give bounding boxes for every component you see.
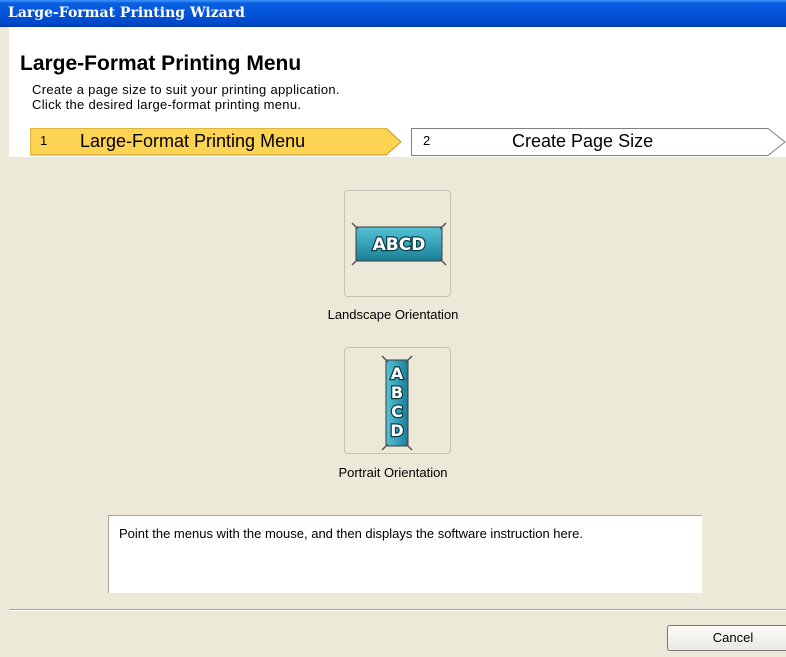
portrait-banner-icon: A B C D: [381, 355, 413, 451]
portrait-icon-letter-d: D: [390, 421, 403, 440]
portrait-orientation-button[interactable]: A B C D: [344, 347, 451, 454]
portrait-icon-letter-b: B: [391, 383, 403, 402]
page-description-line-1: Create a page size to suit your printing…: [32, 82, 340, 97]
landscape-banner-icon: ABCD: [351, 222, 447, 266]
page-title: Large-Format Printing Menu: [20, 52, 302, 75]
footer-divider-highlight: [9, 610, 786, 611]
portrait-icon-letter-a: A: [391, 364, 404, 383]
landscape-icon-text: ABCD: [373, 235, 426, 255]
step-2-number: 2: [423, 133, 431, 148]
landscape-orientation-button[interactable]: ABCD: [344, 190, 451, 297]
step-2-label: Create Page Size: [512, 131, 654, 151]
portrait-icon-letter-c: C: [391, 402, 403, 421]
step-1-label: Large-Format Printing Menu: [80, 131, 306, 151]
cancel-button[interactable]: Cancel: [667, 625, 786, 651]
window-title: Large-Format Printing Wizard: [0, 0, 786, 27]
portrait-orientation-label[interactable]: Portrait Orientation: [0, 465, 786, 480]
page-description-line-2: Click the desired large-format printing …: [32, 97, 302, 112]
window-left-edge: [0, 27, 9, 657]
instruction-box: Point the menus with the mouse, and then…: [108, 515, 702, 593]
step-1-number: 1: [40, 133, 48, 148]
step-2: 2 Create Page Size: [411, 128, 786, 156]
step-1-current: 1 Large-Format Printing Menu: [30, 128, 402, 156]
landscape-orientation-label[interactable]: Landscape Orientation: [0, 307, 786, 322]
